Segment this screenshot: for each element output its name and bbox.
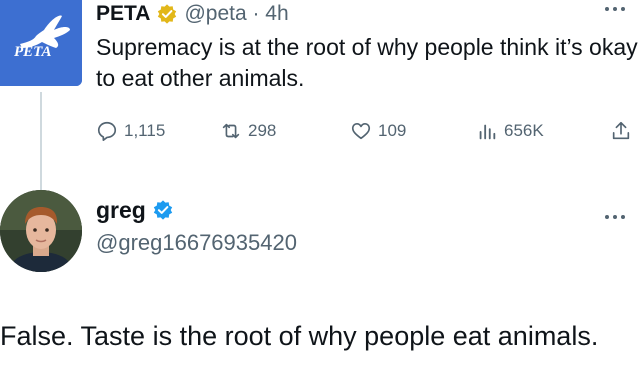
reply-tweet-header[interactable]: greg @greg16676935420 bbox=[96, 196, 640, 256]
verified-icon bbox=[153, 200, 173, 220]
views-icon bbox=[479, 124, 496, 140]
more-icon[interactable] bbox=[604, 214, 626, 220]
peta-avatar[interactable]: PETA bbox=[0, 0, 82, 86]
reply-text: False. Taste is the root of why people e… bbox=[0, 321, 599, 351]
views-button[interactable]: 656K bbox=[476, 116, 544, 146]
author-name[interactable]: PETA bbox=[96, 2, 150, 26]
peta-logo-text: PETA bbox=[14, 44, 52, 60]
thread-line bbox=[40, 92, 42, 190]
like-icon bbox=[351, 123, 371, 140]
peta-logo-icon: PETA bbox=[0, 0, 82, 86]
more-icon[interactable] bbox=[604, 6, 626, 12]
author-handle-time[interactable]: @peta · 4h bbox=[184, 2, 288, 26]
retweet-icon bbox=[222, 123, 240, 139]
tweet-text: Supremacy is at the root of why people t… bbox=[96, 34, 638, 91]
tweet-header: PETA @peta · 4h bbox=[96, 0, 640, 28]
tweet-actions: 1,115 298 109 656K bbox=[96, 116, 636, 146]
reply-author-handle[interactable]: @greg16676935420 bbox=[96, 230, 640, 256]
avatar-photo-icon bbox=[0, 190, 82, 272]
reply-author-name[interactable]: greg bbox=[96, 197, 146, 224]
reply-button[interactable]: 1,115 bbox=[96, 116, 165, 146]
reply-icon bbox=[97, 121, 117, 141]
share-button[interactable] bbox=[610, 116, 638, 146]
reply-author-row: greg bbox=[96, 196, 640, 224]
reply-count: 1,115 bbox=[124, 121, 166, 140]
share-icon bbox=[612, 121, 630, 140]
like-button[interactable]: 109 bbox=[350, 116, 406, 146]
verified-icon bbox=[158, 4, 177, 24]
greg-avatar[interactable] bbox=[0, 190, 82, 272]
retweet-count: 298 bbox=[248, 121, 277, 140]
original-tweet[interactable]: PETA @peta · 4h Supremacy is at the root… bbox=[96, 0, 640, 94]
views-count: 656K bbox=[504, 121, 544, 140]
like-count: 109 bbox=[378, 121, 407, 140]
retweet-button[interactable]: 298 bbox=[220, 116, 276, 146]
